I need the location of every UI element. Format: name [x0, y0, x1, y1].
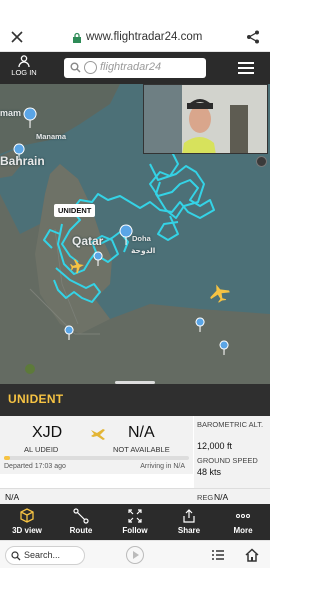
follow-icon: [128, 509, 142, 523]
browser-toolbar: www.flightradar24.com: [0, 0, 270, 52]
search-icon: [70, 62, 81, 73]
destination-name: NOT AVAILABLE: [113, 445, 170, 454]
aircraft-type: N/A: [5, 492, 20, 502]
map-label-mam: mam: [0, 108, 22, 118]
close-video-icon[interactable]: [256, 156, 267, 167]
origin-code: XJD: [32, 424, 63, 441]
map-label-manama: Manama: [36, 132, 67, 141]
fr24-logo-icon: [84, 61, 97, 74]
follow-label: Follow: [122, 526, 148, 535]
map-label-doha-arabic: الدوحة: [131, 246, 156, 255]
flight-progress-bar: [4, 456, 189, 460]
more-icon: [236, 514, 250, 518]
address-bar[interactable]: www.flightradar24.com: [86, 31, 202, 43]
search-icon: [11, 551, 21, 561]
flight-panel-header[interactable]: UNIDENT: [0, 384, 270, 416]
login-label: LOG IN: [11, 68, 37, 77]
bottom-search-button[interactable]: Search...: [5, 546, 85, 565]
route-label: Route: [69, 526, 93, 535]
reg-value: N/A: [214, 492, 229, 502]
share-icon[interactable]: [246, 30, 260, 44]
departed-time: Departed 17:03 ago: [4, 463, 66, 470]
fr24-logo: flightradar24: [100, 61, 162, 73]
more-label: More: [233, 526, 253, 535]
list-icon[interactable]: [212, 550, 224, 560]
bottom-toolbar: Search...: [0, 540, 270, 568]
follow-button[interactable]: Follow: [108, 504, 162, 540]
3d-view-button[interactable]: 3D view: [0, 504, 54, 540]
close-icon[interactable]: [10, 30, 24, 44]
play-icon[interactable]: [126, 546, 144, 564]
home-icon[interactable]: [245, 548, 259, 562]
aircraft-callsign-tag[interactable]: UNIDENT: [54, 204, 96, 217]
route-icon: [73, 508, 89, 524]
3d-view-label: 3D view: [12, 526, 42, 535]
more-button[interactable]: More: [216, 504, 270, 540]
ground-speed-label: GROUND SPEED: [197, 456, 258, 465]
baro-alt-value: 12,000 ft: [197, 441, 233, 451]
flight-stats: BAROMETRIC ALT. 12,000 ft GROUND SPEED 4…: [194, 416, 270, 488]
baro-alt-label: BAROMETRIC ALT.: [197, 420, 264, 429]
flight-info-panel: XJD AL UDEID N/A NOT AVAILABLE Departed …: [0, 416, 270, 488]
reg-label: REG: [197, 493, 214, 502]
route-button[interactable]: Route: [54, 504, 108, 540]
flight-map[interactable]: mam Manama Bahrain Qatar Doha الدوحة UNI…: [0, 84, 270, 384]
video-image: [144, 85, 267, 153]
flight-progress-fill: [4, 456, 10, 460]
lock-icon: [73, 32, 81, 43]
search-input[interactable]: flightradar24: [64, 58, 206, 78]
map-label-qatar: Qatar: [72, 234, 104, 248]
origin-name: AL UDEID: [24, 445, 59, 454]
share-action-icon: [183, 509, 195, 523]
user-icon: [18, 55, 30, 67]
route-box: XJD AL UDEID N/A NOT AVAILABLE Departed …: [0, 416, 193, 474]
bottom-search-label: Search...: [24, 550, 61, 560]
share-label: Share: [177, 526, 201, 535]
destination-code: N/A: [128, 424, 155, 441]
app-header: LOG IN flightradar24: [0, 52, 270, 84]
menu-icon[interactable]: [238, 62, 254, 74]
share-button[interactable]: Share: [162, 504, 216, 540]
airplane-icon: [91, 429, 105, 440]
cube-icon: [20, 508, 34, 523]
arriving-time: Arriving in N/A: [140, 463, 185, 470]
login-button[interactable]: LOG IN: [6, 55, 42, 77]
action-bar: 3D view Route Follow Share More: [0, 504, 270, 540]
video-overlay[interactable]: [143, 84, 268, 154]
aircraft-row: N/A REG N/A: [0, 488, 270, 504]
map-label-doha: Doha: [132, 234, 151, 243]
map-label-bahrain: Bahrain: [0, 154, 45, 168]
flight-callsign: UNIDENT: [8, 392, 64, 406]
ground-speed-value: 48 kts: [197, 467, 222, 477]
